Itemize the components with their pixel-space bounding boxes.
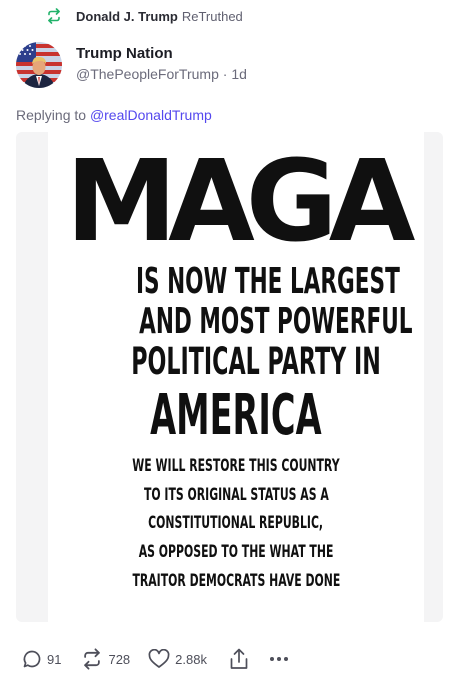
author-handle[interactable]: @ThePeopleForTrump xyxy=(76,66,219,82)
image-sub-3: CONSTITUTIONAL REPUBLIC, xyxy=(148,513,324,533)
avatar[interactable] xyxy=(16,42,62,88)
like-count: 2.88k xyxy=(175,651,207,667)
share-button[interactable] xyxy=(229,648,249,670)
retruth-user-link[interactable]: Donald J. Trump xyxy=(76,9,178,24)
retruth-count: 728 xyxy=(108,651,131,667)
reply-button[interactable]: 91 xyxy=(22,649,61,669)
image-canvas: MAGA IS NOW THE LARGEST AND MOST POWERFU… xyxy=(48,132,424,622)
action-bar: 91 728 2.88k xyxy=(22,647,289,671)
retruth-icon xyxy=(84,648,101,670)
share-icon xyxy=(230,648,248,669)
reply-context: Replying to @realDonaldTrump xyxy=(16,107,212,123)
reply-icon xyxy=(23,650,41,668)
reply-count: 91 xyxy=(47,651,62,667)
more-options-button[interactable] xyxy=(269,656,289,662)
meta-separator: · xyxy=(222,66,228,82)
author-meta: @ThePeopleForTrump · 1d xyxy=(76,64,247,84)
image-sub-5: TRAITOR DEMOCRATS HAVE DONE xyxy=(132,571,340,591)
like-button[interactable]: 2.88k xyxy=(148,649,207,669)
more-icon xyxy=(269,657,288,661)
author-name[interactable]: Trump Nation xyxy=(76,45,247,63)
image-sub-1: WE WILL RESTORE THIS COUNTRY xyxy=(132,456,340,476)
post-image[interactable]: MAGA IS NOW THE LARGEST AND MOST POWERFU… xyxy=(16,132,443,622)
image-line-2: AND MOST POWERFUL xyxy=(139,301,413,342)
reply-to-link[interactable]: @realDonaldTrump xyxy=(90,107,212,123)
avatar-image xyxy=(16,42,62,88)
heart-icon xyxy=(148,649,170,668)
image-sub-4: AS OPPOSED TO THE WHAT THE xyxy=(138,542,334,562)
post-age[interactable]: 1d xyxy=(231,66,247,82)
image-headline: MAGA xyxy=(65,137,416,267)
image-line-4: AMERICA xyxy=(150,383,322,448)
image-line-1: IS NOW THE LARGEST xyxy=(135,261,400,302)
image-line-3: POLITICAL PARTY IN xyxy=(131,340,381,383)
image-sub-2: TO ITS ORIGINAL STATUS AS A xyxy=(143,485,329,505)
post-author: Trump Nation @ThePeopleForTrump · 1d xyxy=(16,42,247,88)
retruth-label: ReTruthed xyxy=(181,8,243,24)
retruth-header: Donald J. Trump ReTruthed xyxy=(46,7,243,25)
reply-prefix: Replying to xyxy=(16,107,87,123)
retruth-button[interactable]: 728 xyxy=(81,648,130,670)
retruth-icon xyxy=(48,8,60,24)
